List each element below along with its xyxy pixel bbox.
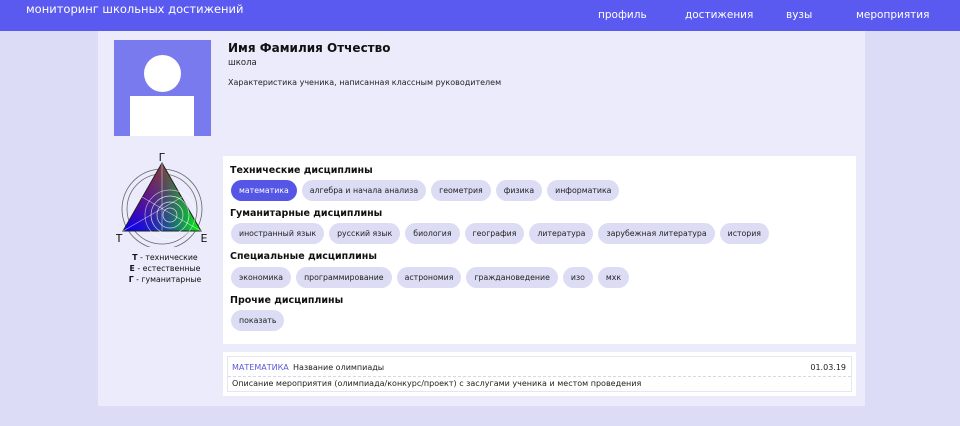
chip-math[interactable]: математика: [231, 180, 297, 201]
triangle-legend: Т - технические Е - естественные Г - гум…: [106, 252, 224, 285]
chip-programming[interactable]: программирование: [296, 267, 392, 288]
event-date: 01.03.19: [810, 363, 846, 372]
event-card[interactable]: МАТЕМАТИКА Название олимпиады 01.03.19 О…: [227, 356, 852, 392]
chips-special: экономика программирование астрономия гр…: [231, 267, 630, 288]
group-title-humanities: Гуманитарные дисциплины: [230, 208, 383, 219]
student-name: Имя Фамилия Отчество: [228, 41, 391, 55]
chips-other: показать: [231, 310, 285, 331]
group-title-special: Специальные дисциплины: [230, 251, 377, 262]
chip-russian[interactable]: русский язык: [329, 223, 401, 244]
nav-universities[interactable]: вузы: [786, 9, 812, 21]
chip-literature[interactable]: литература: [529, 223, 594, 244]
event-description: Описание мероприятия (олимпиада/конкурс/…: [232, 379, 642, 388]
event-title: Название олимпиады: [293, 363, 385, 372]
chip-geography[interactable]: география: [464, 223, 525, 244]
profile-container: Имя Фамилия Отчество школа Характеристик…: [98, 31, 865, 406]
nav-achievements[interactable]: достижения: [685, 9, 753, 21]
nav-profile[interactable]: профиль: [598, 9, 647, 21]
triangle-label-top: Г: [159, 151, 166, 164]
legend-item: Т - технические: [132, 253, 198, 262]
chip-foreign-literature[interactable]: зарубежная литература: [598, 223, 715, 244]
chip-physics[interactable]: физика: [495, 180, 543, 201]
event-subject: МАТЕМАТИКА: [232, 363, 289, 372]
triangle-label-right: Е: [201, 232, 208, 245]
chip-fine-arts[interactable]: изо: [562, 267, 593, 288]
avatar-body-shape: [130, 96, 194, 136]
brand-title[interactable]: мониторинг школьных достижений: [26, 2, 244, 16]
chip-algebra[interactable]: алгебра и начала анализа: [301, 180, 427, 201]
top-navbar: мониторинг школьных достижений профиль д…: [0, 0, 960, 31]
legend-item: Г - гуманитарные: [128, 275, 202, 284]
avatar: [114, 40, 211, 136]
student-characteristic: Характеристика ученика, написанная класс…: [228, 78, 502, 87]
group-title-technical: Технические дисциплины: [230, 165, 373, 176]
chip-astronomy[interactable]: астрономия: [396, 267, 462, 288]
chip-mhk[interactable]: мхк: [597, 267, 630, 288]
chip-biology[interactable]: биология: [405, 223, 460, 244]
chip-civics[interactable]: граждановедение: [466, 267, 558, 288]
event-divider: [228, 376, 851, 377]
avatar-head-shape: [144, 55, 181, 92]
chip-geometry[interactable]: геометрия: [431, 180, 491, 201]
chip-economics[interactable]: экономика: [231, 267, 292, 288]
legend-item: Е - естественные: [129, 264, 201, 273]
disciplines-panel: Технические дисциплины математика алгебр…: [223, 156, 856, 344]
group-title-other: Прочие дисциплины: [230, 295, 344, 306]
triangle-svg: Г Т Е: [115, 151, 208, 250]
chips-humanities: иностранный язык русский язык биология г…: [231, 223, 769, 244]
chips-technical: математика алгебра и начала анализа геом…: [231, 180, 620, 201]
chip-history[interactable]: история: [719, 223, 769, 244]
chip-foreign-language[interactable]: иностранный язык: [231, 223, 325, 244]
school-name: школа: [228, 58, 257, 68]
chip-informatics[interactable]: информатика: [547, 180, 620, 201]
triangle-label-left: Т: [116, 232, 123, 245]
events-panel: МАТЕМАТИКА Название олимпиады 01.03.19 О…: [223, 352, 856, 396]
nav-events[interactable]: мероприятия: [856, 9, 929, 21]
profile-triangle-diagram: Г Т Е: [115, 151, 214, 250]
show-more-button[interactable]: показать: [231, 310, 285, 331]
